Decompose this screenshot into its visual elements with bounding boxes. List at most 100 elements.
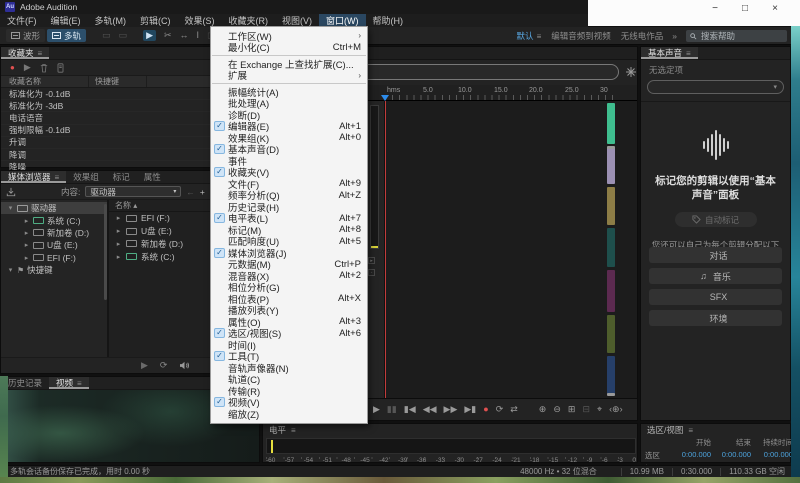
workspace-tab[interactable]: 编辑音频到视频 bbox=[551, 30, 611, 42]
auto-play-button[interactable]: ⟳ bbox=[160, 360, 168, 371]
scrollbar-handle[interactable] bbox=[607, 393, 615, 396]
edit-favorite-icon[interactable] bbox=[57, 63, 64, 73]
scale-label: -51 bbox=[323, 457, 332, 464]
expander-icon[interactable]: ▾ bbox=[7, 204, 14, 212]
zoom-button[interactable]: ⊕ bbox=[539, 404, 547, 415]
tree-scrollbar[interactable] bbox=[104, 204, 107, 300]
audio-type-button[interactable]: ♫ 音乐 bbox=[649, 268, 782, 284]
import-icon[interactable] bbox=[6, 187, 16, 197]
expander-icon[interactable]: ▸ bbox=[23, 254, 30, 262]
tag-icon bbox=[692, 215, 701, 224]
transport-button[interactable]: ⟳ bbox=[496, 404, 504, 415]
tree-item[interactable]: ▾ ⚑ 快捷键 bbox=[1, 264, 107, 276]
expander-icon[interactable]: ▸ bbox=[23, 241, 30, 249]
expander-icon[interactable]: ▸ bbox=[115, 240, 122, 248]
workspace-tab[interactable]: 无线电作品 bbox=[621, 30, 664, 42]
play-favorite-button[interactable]: ▶ bbox=[24, 62, 31, 73]
auto-tag-button[interactable]: 自动标记 bbox=[675, 212, 757, 227]
delete-favorite-icon[interactable] bbox=[40, 63, 48, 73]
tab-levels[interactable]: 电平 bbox=[269, 424, 286, 436]
add-shortcut-button[interactable]: + bbox=[200, 187, 205, 197]
scale-label: 0 bbox=[632, 457, 636, 464]
transport-button[interactable]: ◀◀ bbox=[423, 404, 437, 415]
waveform-view-button[interactable]: 波形 bbox=[6, 29, 45, 42]
navigator-settings-icon[interactable] bbox=[625, 66, 637, 78]
audio-type-button[interactable]: SFX bbox=[649, 289, 782, 305]
speaker-icon[interactable] bbox=[179, 361, 190, 370]
panel-menu-icon[interactable]: ≡ bbox=[77, 379, 82, 388]
maximize-button[interactable]: □ bbox=[730, 0, 760, 17]
transport-button[interactable]: ⇄ bbox=[510, 404, 518, 415]
scale-label: -36 bbox=[417, 457, 426, 464]
tree-item[interactable]: ▸ 新加卷 (D:) bbox=[1, 227, 107, 239]
panel-tab[interactable]: 历史记录 bbox=[1, 377, 49, 389]
zoom-button[interactable]: ‹⊕› bbox=[609, 404, 623, 415]
transport-button[interactable]: ▶▮ bbox=[464, 404, 476, 415]
minimize-button[interactable]: − bbox=[700, 0, 730, 17]
tool-button[interactable]: ▶ bbox=[143, 30, 156, 41]
scale-label: -15 bbox=[549, 457, 558, 464]
transport-button[interactable]: ▮▮ bbox=[387, 404, 397, 415]
panel-menu-icon[interactable]: ≡ bbox=[688, 426, 693, 435]
workspace-tab[interactable]: 默认 ≡ bbox=[517, 30, 542, 42]
expander-icon[interactable]: ▸ bbox=[115, 214, 122, 222]
record-favorite-button[interactable]: ● bbox=[10, 63, 15, 72]
menu-item[interactable]: 扩展 › bbox=[211, 70, 367, 82]
zoom-button[interactable]: ⊟ bbox=[582, 404, 590, 415]
menu-bar-item[interactable]: 文件(F) bbox=[0, 14, 44, 27]
tree-item[interactable]: ▸ EFI (F:) bbox=[1, 252, 107, 264]
menu-item[interactable]: 缩放(Z) bbox=[211, 408, 367, 420]
tree-item[interactable]: ▸ U盘 (E:) bbox=[1, 239, 107, 251]
tool-button[interactable]: ↔ bbox=[180, 30, 189, 41]
panel-tab[interactable]: 标记 bbox=[106, 171, 137, 183]
tab-essential-sound[interactable]: 基本声音 ≡ bbox=[641, 47, 698, 59]
workspace-menu-icon[interactable]: ≡ bbox=[537, 32, 542, 41]
panel-tab[interactable]: 属性 bbox=[137, 171, 168, 183]
transport-button[interactable]: ● bbox=[483, 404, 488, 415]
menu-bar-item[interactable]: 编辑(E) bbox=[44, 14, 88, 27]
preset-select[interactable]: ▾ bbox=[647, 80, 784, 94]
expander-icon[interactable]: ▸ bbox=[23, 217, 30, 225]
multitrack-view-button[interactable]: 多轨 bbox=[47, 29, 86, 42]
menu-item[interactable]: 最小化(C) Ctrl+M bbox=[211, 42, 367, 54]
back-button[interactable]: ← bbox=[186, 187, 195, 197]
checkmark-icon: ✓ bbox=[214, 328, 225, 338]
tree-item[interactable]: ▾ 驱动器 bbox=[1, 202, 107, 214]
drive-icon bbox=[17, 205, 28, 212]
zoom-button[interactable]: ⊞ bbox=[568, 404, 576, 415]
scrollbar-handle[interactable] bbox=[607, 146, 615, 149]
tree-item[interactable]: ▸ 系统 (C:) bbox=[1, 214, 107, 226]
tool-button[interactable]: I bbox=[197, 30, 200, 41]
menu-bar-item[interactable]: 剪辑(C) bbox=[133, 14, 178, 27]
scale-label: -39 bbox=[398, 457, 407, 464]
transport-button[interactable]: ▶ bbox=[373, 404, 380, 415]
panel-menu-icon[interactable]: ≡ bbox=[38, 49, 43, 58]
menu-bar-item[interactable]: 多轨(M) bbox=[88, 14, 134, 27]
panel-tab[interactable]: 效果组 bbox=[66, 171, 106, 183]
preview-play-button[interactable]: ▶ bbox=[141, 360, 148, 371]
transport-button[interactable]: ▮◀ bbox=[404, 404, 416, 415]
help-search-input[interactable]: 搜索帮助 bbox=[686, 30, 787, 42]
close-button[interactable]: × bbox=[760, 0, 790, 17]
workspace-overflow-button[interactable]: » bbox=[672, 31, 677, 41]
audio-type-button[interactable]: 环境 bbox=[649, 310, 782, 326]
tool-button[interactable]: ✂ bbox=[164, 30, 172, 41]
transport-button[interactable]: ▶▶ bbox=[444, 404, 458, 415]
zoom-button[interactable]: ⌖ bbox=[597, 404, 602, 415]
panel-menu-icon[interactable]: ≡ bbox=[55, 173, 60, 182]
panel-tab[interactable]: 视频 ≡ bbox=[49, 377, 89, 389]
expander-icon[interactable]: ▸ bbox=[23, 229, 30, 237]
expander-icon[interactable]: ▾ bbox=[7, 266, 14, 274]
audio-type-button[interactable]: 对话 bbox=[649, 247, 782, 263]
panel-tab[interactable]: 媒体浏览器 ≡ bbox=[1, 171, 66, 183]
content-select[interactable]: 驱动器 ▾ bbox=[85, 186, 181, 197]
tab-selection-view[interactable]: 选区/视图 bbox=[647, 424, 683, 436]
expander-icon[interactable]: ▸ bbox=[115, 253, 122, 261]
tab-favorites[interactable]: 收藏夹 ≡ bbox=[1, 47, 49, 59]
ruler-unit-label: hms bbox=[387, 87, 400, 94]
menu-bar-item[interactable]: 帮助(H) bbox=[366, 14, 411, 27]
panel-menu-icon[interactable]: ≡ bbox=[686, 49, 691, 58]
expander-icon[interactable]: ▸ bbox=[115, 227, 122, 235]
panel-menu-icon[interactable]: ≡ bbox=[291, 426, 296, 435]
zoom-button[interactable]: ⊖ bbox=[553, 404, 561, 415]
